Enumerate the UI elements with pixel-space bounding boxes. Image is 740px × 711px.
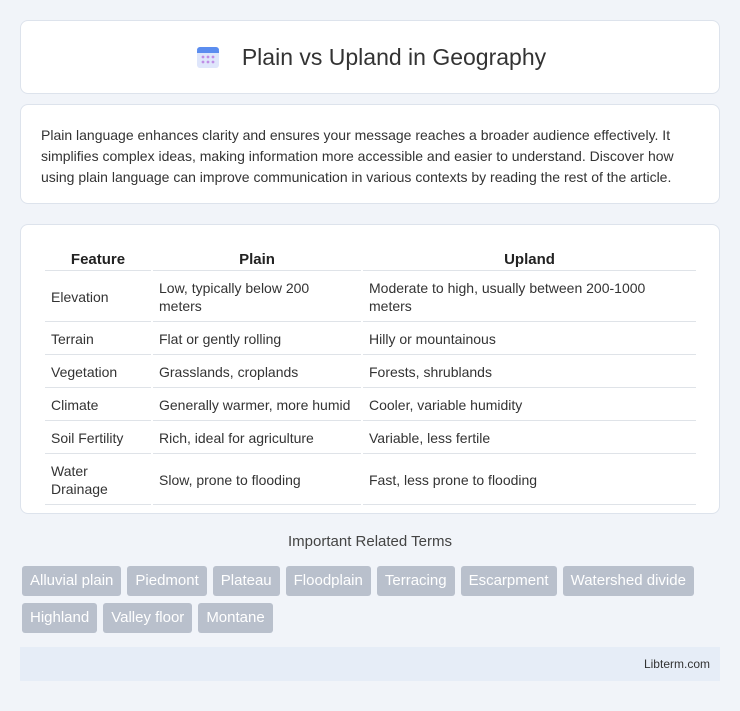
cell-feature: Elevation <box>45 273 151 322</box>
page-title: Plain vs Upland in Geography <box>241 43 547 70</box>
tag-watershed-divide[interactable]: Watershed divide <box>562 566 694 596</box>
comparison-card: Feature Plain Upland Elevation Low, typi… <box>20 224 720 514</box>
tag-valley-floor[interactable]: Valley floor <box>103 603 193 633</box>
cell-plain: Slow, prone to flooding <box>153 456 361 505</box>
cell-plain: Grasslands, croplands <box>153 357 361 388</box>
table-header-row: Feature Plain Upland <box>45 247 696 271</box>
tag-montane[interactable]: Montane <box>198 603 273 633</box>
table-row: Climate Generally warmer, more humid Coo… <box>45 390 696 421</box>
table-row: Elevation Low, typically below 200 meter… <box>45 273 696 322</box>
cell-feature: Soil Fertility <box>45 423 151 454</box>
calendar-icon <box>194 43 222 71</box>
comparison-table: Feature Plain Upland Elevation Low, typi… <box>43 245 698 507</box>
intro-card: Plain language enhances clarity and ensu… <box>20 104 720 204</box>
cell-plain: Low, typically below 200 meters <box>153 273 361 322</box>
tag-escarpment[interactable]: Escarpment <box>460 566 557 596</box>
cell-upland: Variable, less fertile <box>363 423 696 454</box>
cell-upland: Cooler, variable humidity <box>363 390 696 421</box>
cell-upland: Fast, less prone to flooding <box>363 456 696 505</box>
cell-upland: Moderate to high, usually between 200-10… <box>363 273 696 322</box>
cell-feature: Terrain <box>45 324 151 355</box>
table-row: Terrain Flat or gently rolling Hilly or … <box>45 324 696 355</box>
tag-highland[interactable]: Highland <box>22 603 98 633</box>
table-row: Soil Fertility Rich, ideal for agricultu… <box>45 423 696 454</box>
header-upland: Upland <box>363 247 696 271</box>
cell-upland: Forests, shrublands <box>363 357 696 388</box>
tag-piedmont[interactable]: Piedmont <box>127 566 207 596</box>
cell-plain: Rich, ideal for agriculture <box>153 423 361 454</box>
cell-upland: Hilly or mountainous <box>363 324 696 355</box>
tag-terracing[interactable]: Terracing <box>376 566 455 596</box>
cell-plain: Flat or gently rolling <box>153 324 361 355</box>
cell-feature: Vegetation <box>45 357 151 388</box>
cell-feature: Climate <box>45 390 151 421</box>
cell-feature: Water Drainage <box>45 456 151 505</box>
footer-brand-link[interactable]: Libterm.com <box>644 657 710 671</box>
tag-plateau[interactable]: Plateau <box>212 566 280 596</box>
related-terms-list: Alluvial plain Piedmont Plateau Floodpla… <box>22 566 722 633</box>
header-feature: Feature <box>45 247 151 271</box>
header-plain: Plain <box>153 247 361 271</box>
tag-floodplain[interactable]: Floodplain <box>285 566 371 596</box>
table-row: Water Drainage Slow, prone to flooding F… <box>45 456 696 505</box>
cell-plain: Generally warmer, more humid <box>153 390 361 421</box>
table-row: Vegetation Grasslands, croplands Forests… <box>45 357 696 388</box>
related-terms-title: Important Related Terms <box>288 533 452 550</box>
footer: Libterm.com <box>20 647 720 681</box>
tag-alluvial-plain[interactable]: Alluvial plain <box>22 566 122 596</box>
title-card: Plain vs Upland in Geography <box>20 20 720 94</box>
intro-text: Plain language enhances clarity and ensu… <box>41 127 674 185</box>
